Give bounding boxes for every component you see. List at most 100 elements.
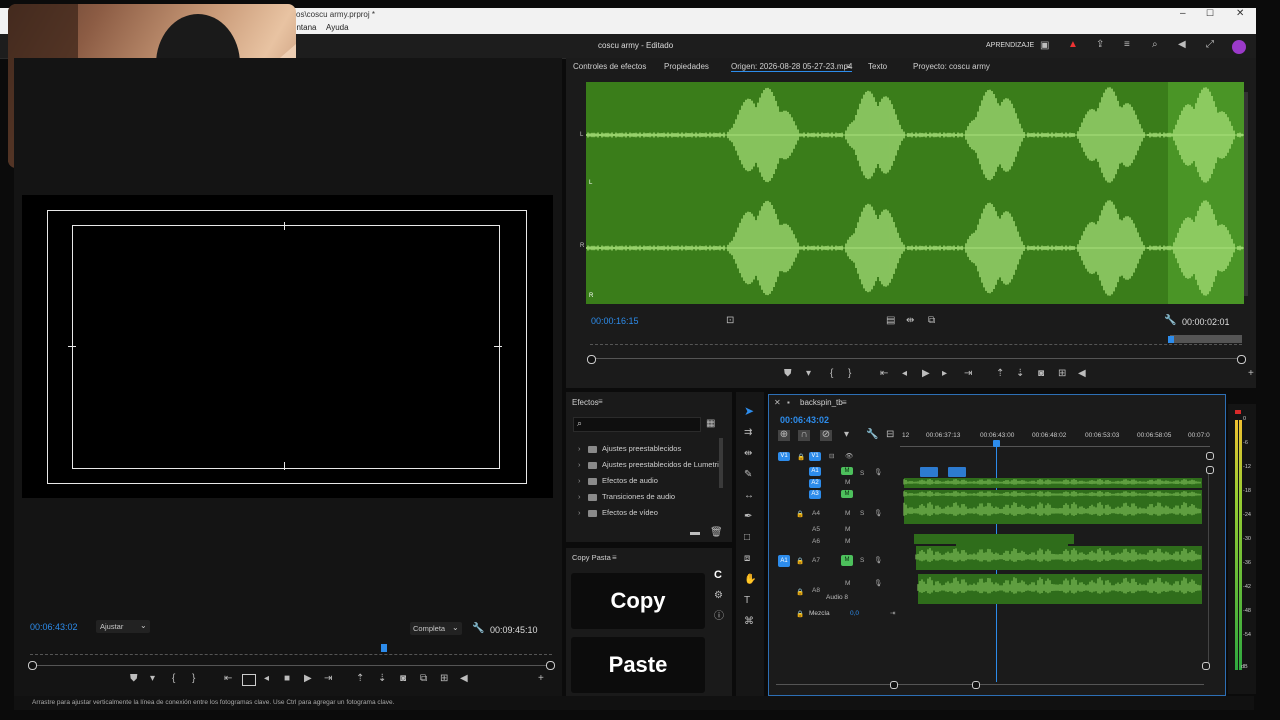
mark-out-icon[interactable]: } [848,369,851,379]
effects-panel-title[interactable]: Efectos [572,398,599,407]
lock-icon[interactable]: 🔒 [796,610,804,618]
effects-tree-item[interactable]: › Efectos de vídeo [578,508,658,517]
effects-search-input[interactable]: ⌕ [573,417,701,432]
add-button-icon[interactable]: + [1248,369,1254,379]
vr-icon[interactable]: ⊞ [440,674,448,684]
menu-help[interactable]: Ayuda [326,23,349,32]
panel-icon[interactable]: ▣ [1040,41,1049,51]
insert-icon[interactable]: ⇡ [996,369,1004,379]
tab-properties[interactable]: Propiedades [664,62,709,71]
safe-margins-icon[interactable] [242,674,256,686]
track-label-a1[interactable]: A1 [809,467,821,476]
gear-icon[interactable]: ⚙ [714,591,723,601]
resolution-select[interactable]: Completa ⌄ [410,622,462,635]
timeline-tracks-area[interactable] [900,466,1204,618]
menu-icon[interactable]: ≡ [1124,40,1130,50]
step-back-icon[interactable]: ◂ [264,674,269,684]
solo-button[interactable]: S [860,557,864,564]
solo-button[interactable]: S [860,510,864,517]
razor-icon[interactable]: ✎ [744,470,752,480]
copy-button[interactable]: Copy [571,573,705,629]
mute-button-a5[interactable]: M [845,526,850,533]
mute-button-a1[interactable]: M [841,467,853,475]
source-ruler[interactable] [590,336,1242,345]
volume-icon[interactable]: ◀ [1178,40,1186,50]
mute-button-a4[interactable]: M [845,510,850,517]
timeline-ruler[interactable] [900,441,1210,447]
remix-icon[interactable]: ⌘ [744,617,754,627]
panel-menu-icon[interactable]: ≡ [612,553,617,563]
info-icon[interactable]: ⓘ [714,612,724,622]
zoom-handle-left[interactable] [28,661,37,670]
settings-icon[interactable]: ⊡ [726,316,734,326]
close-icon[interactable]: ✕ [1236,8,1244,19]
zoom-handle-right[interactable] [546,661,555,670]
go-to-end-icon[interactable]: ⇥ [890,609,895,617]
effects-tree-item[interactable]: › Transiciones de audio [578,492,675,501]
track-target-v1[interactable]: V1 [809,452,821,461]
scroll-handle-end[interactable] [1202,662,1210,670]
drag-video-icon[interactable]: ▤ [886,316,895,326]
microphone-icon[interactable]: 🎙 [874,579,882,587]
track-label-a7[interactable]: A7 [812,557,820,564]
timeline-vertical-scrollbar[interactable] [1202,452,1214,672]
stop-icon[interactable]: ■ [284,674,290,684]
microphone-icon[interactable]: 🎙 [874,468,882,476]
c-label[interactable]: C [714,569,722,581]
mute-button-a2[interactable]: M [845,479,850,486]
source-in-out-range[interactable] [1170,335,1242,343]
avatar[interactable] [1232,40,1246,54]
track-label-a2[interactable]: A2 [809,479,821,488]
program-zoom-bar[interactable] [30,665,552,666]
zoom-handle-right[interactable] [1237,355,1246,364]
drag-audio-icon[interactable]: ⇹ [906,316,914,326]
panel-menu-icon[interactable]: ≡ [598,397,603,407]
lock-icon[interactable]: 🔒 [796,557,804,565]
ripple-edit-icon[interactable]: ⇹ [744,449,752,459]
warning-icon[interactable]: ▲ [1068,40,1078,50]
track-label-a8[interactable]: A8 [812,587,820,594]
mark-out-icon[interactable]: } [192,674,195,684]
tab-effect-controls[interactable]: Controles de efectos [573,62,646,71]
selection-tool-icon[interactable]: ➤ [744,405,754,417]
mix-value[interactable]: 0,0 [850,610,859,617]
wrench-icon[interactable]: 🔧 [866,430,878,440]
microphone-icon[interactable]: 🎙 [874,509,882,517]
step-back-icon[interactable]: ◂ [902,369,907,379]
eye-icon[interactable]: 👁 [845,452,853,460]
mark-in-icon[interactable]: { [830,369,833,379]
sequence-tab[interactable]: backspin_tb [800,398,843,407]
maximize-icon[interactable]: ☐ [1206,8,1214,19]
program-playhead[interactable] [381,644,387,652]
effects-tree-item[interactable]: › Efectos de audio [578,476,658,485]
play-icon[interactable]: ▶ [304,674,312,684]
sync-icon[interactable]: ⊟ [829,452,834,460]
go-to-in-icon[interactable]: ⇤ [880,369,888,379]
hand-icon[interactable]: ✋ [744,575,756,585]
compare-icon[interactable]: ⧉ [420,674,427,684]
track-label-a4[interactable]: A4 [812,510,820,517]
panel-menu-icon[interactable]: ≡ [842,398,847,408]
track-label-a6[interactable]: A6 [812,538,820,545]
add-button-icon[interactable]: + [538,674,544,684]
wrench-icon[interactable]: 🔧 [1164,316,1176,326]
source-zoom-bar[interactable] [590,358,1242,359]
audio-waveform-display[interactable] [585,82,1244,304]
mark-in-icon[interactable]: { [172,674,175,684]
mute-button-a3[interactable]: M [841,490,853,498]
effects-scrollbar[interactable] [719,438,723,488]
step-forward-icon[interactable]: ▸ [942,369,947,379]
extract-icon[interactable]: ⇣ [378,674,386,684]
program-ruler[interactable] [30,646,552,655]
camera-icon[interactable]: ◙ [1038,369,1044,379]
marker-icon[interactable]: ⛊ [130,674,138,684]
go-to-out-icon[interactable]: ⇥ [964,369,972,379]
audio-icon[interactable]: ◀ [460,674,468,684]
fit-select[interactable]: Ajustar ⌄ [96,620,150,633]
captions-icon[interactable]: ⊟ [886,430,894,440]
microphone-icon[interactable]: 🎙 [874,556,882,564]
source-patch-v1[interactable]: V1 [778,452,790,461]
type-icon[interactable]: T [744,596,750,606]
close-icon[interactable]: ✕ [774,398,781,408]
snap-icon[interactable]: ∩ [798,430,810,441]
